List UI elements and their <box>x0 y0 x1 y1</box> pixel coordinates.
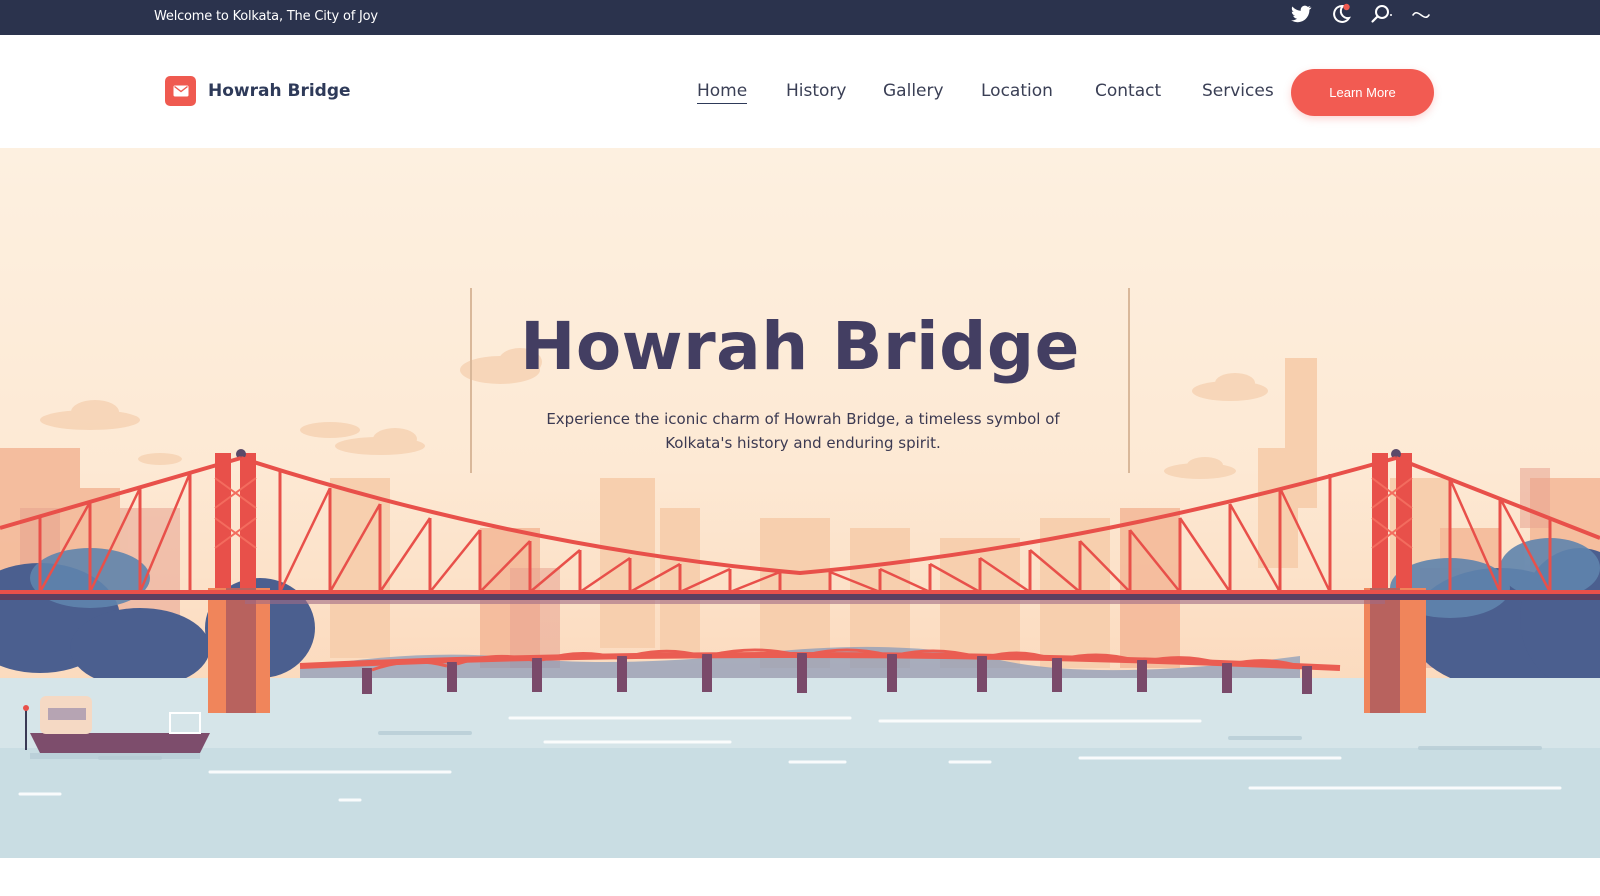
top-icons <box>1289 2 1433 26</box>
search-icon[interactable] <box>1369 2 1393 26</box>
hero-section: Howrah Bridge Experience the iconic char… <box>0 148 1600 858</box>
learn-more-button[interactable]: Learn More <box>1291 69 1434 116</box>
hero-title: Howrah Bridge <box>520 308 1080 385</box>
welcome-text: Welcome to Kolkata, The City of Joy <box>154 9 378 24</box>
notification-moon-icon[interactable] <box>1329 2 1353 26</box>
site-header: Howrah Bridge Home History Gallery Locat… <box>0 35 1600 148</box>
nav-contact[interactable]: Contact <box>1095 81 1161 101</box>
nav-gallery[interactable]: Gallery <box>883 81 944 101</box>
bridge-illustration <box>0 348 1600 858</box>
nav-history[interactable]: History <box>786 81 846 101</box>
nav-location[interactable]: Location <box>981 81 1053 101</box>
tilde-icon[interactable] <box>1409 2 1433 26</box>
top-bar: Welcome to Kolkata, The City of Joy <box>0 0 1600 35</box>
nav-services[interactable]: Services <box>1202 81 1274 101</box>
nav-home[interactable]: Home <box>697 81 748 104</box>
twitter-icon[interactable] <box>1289 2 1313 26</box>
hero-subtitle: Experience the iconic charm of Howrah Br… <box>546 410 1060 452</box>
